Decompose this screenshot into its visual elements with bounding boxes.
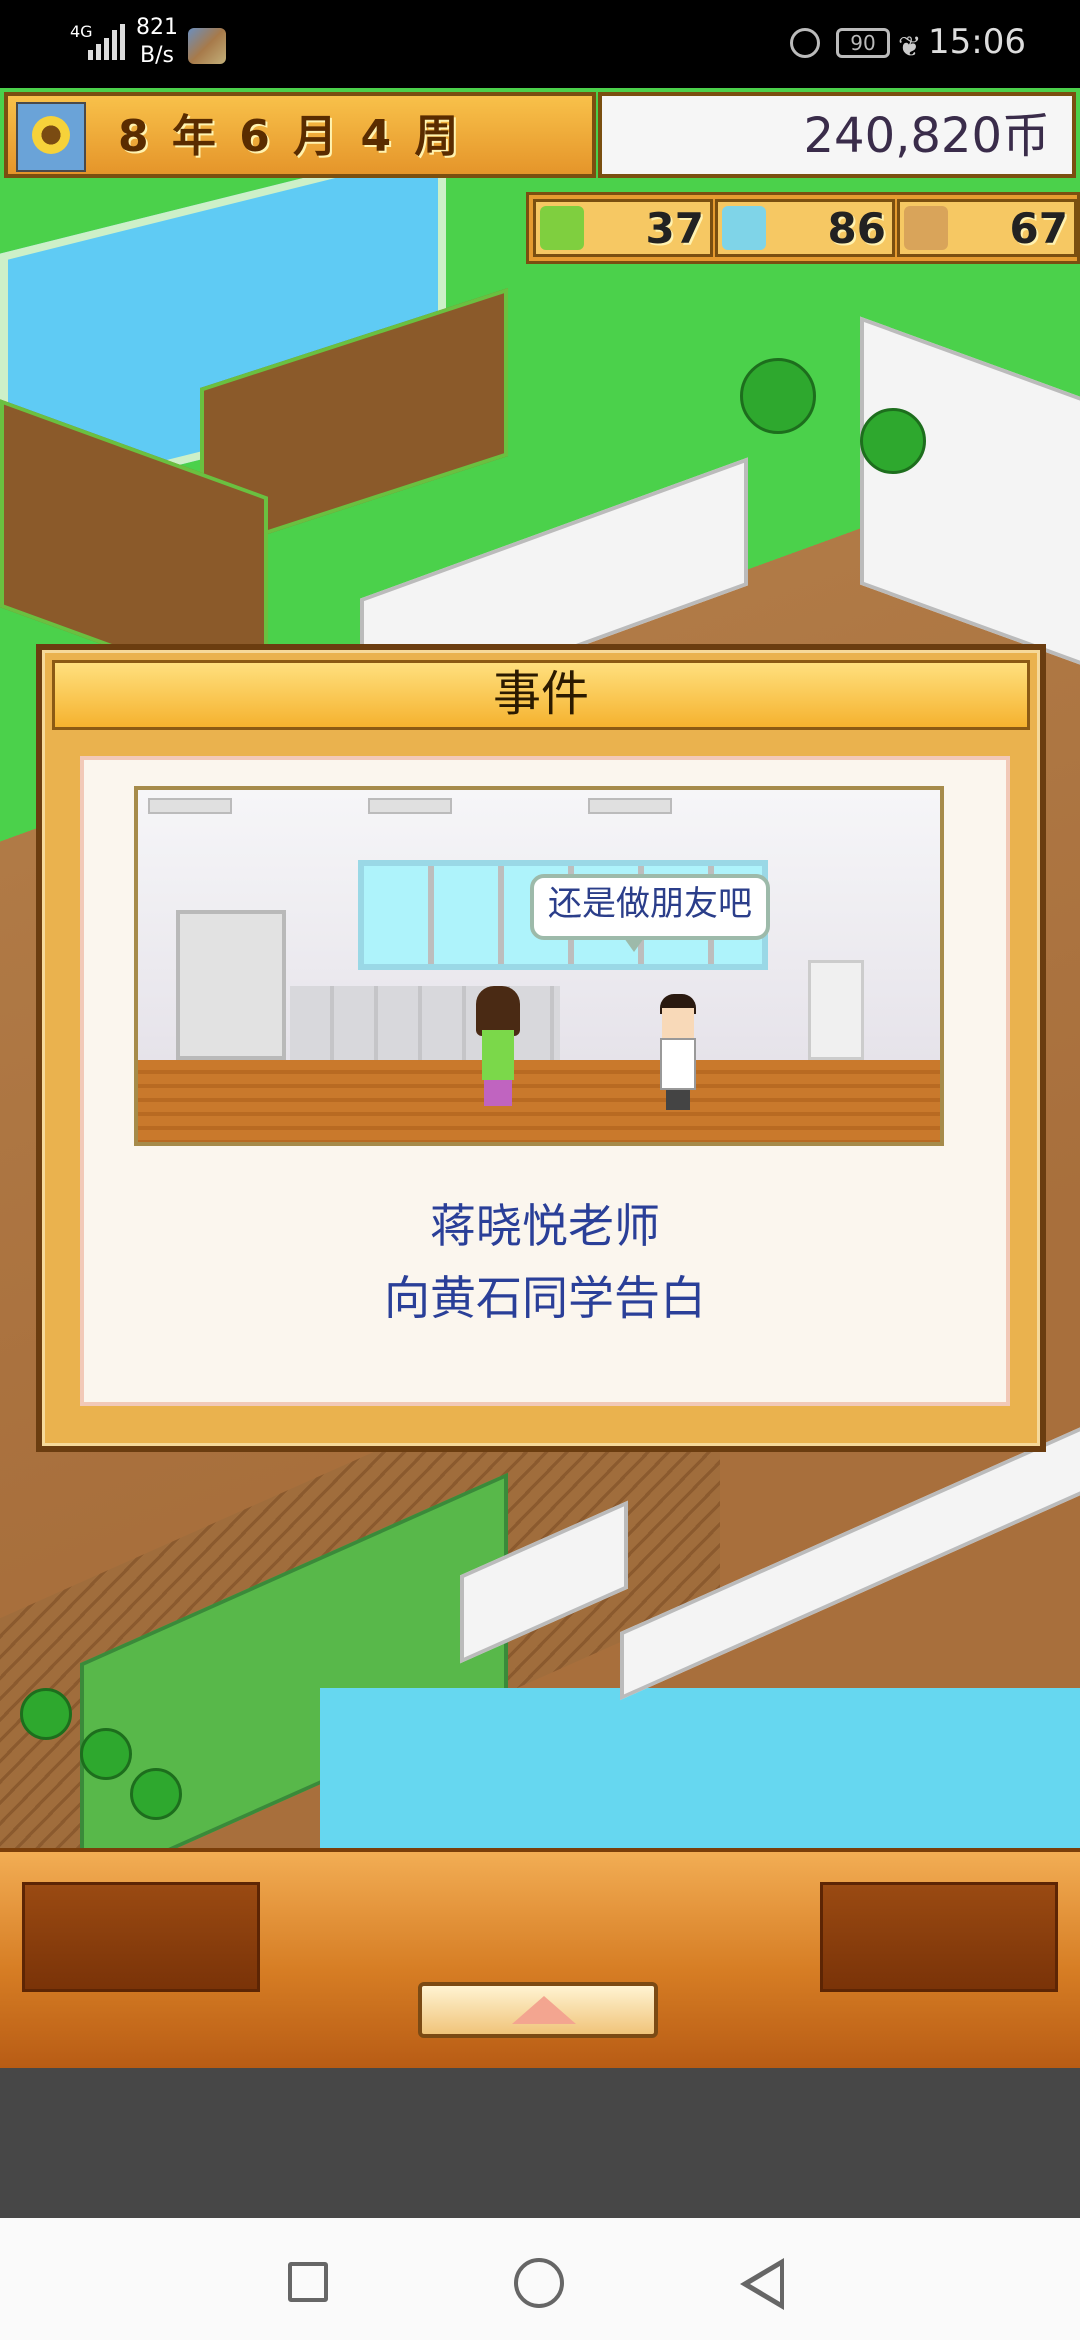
net-speed: 821 B/s bbox=[136, 14, 178, 70]
status-bar: 4G 821 B/s 90 ❦ 15:06 bbox=[0, 0, 1080, 88]
ceiling-light bbox=[148, 798, 232, 814]
leaf-icon: ❦ bbox=[898, 30, 922, 63]
dialog-title: 事件 bbox=[52, 660, 1030, 730]
stat-flask[interactable]: 86 bbox=[715, 199, 895, 257]
bottom-control-bar bbox=[0, 1848, 1080, 2068]
stats-panel[interactable]: 37 86 67 bbox=[526, 192, 1080, 264]
system-nav-bar bbox=[0, 2218, 1080, 2340]
stat-pencil[interactable]: 37 bbox=[533, 199, 713, 257]
student-character bbox=[656, 994, 700, 1114]
status-time: 15:06 bbox=[928, 22, 1026, 62]
tree bbox=[80, 1728, 132, 1780]
app-thumbnail-icon bbox=[188, 28, 226, 64]
tree bbox=[740, 358, 816, 434]
game-date: 8 年 6 月 4 周 bbox=[118, 111, 463, 162]
sunflower-icon bbox=[16, 102, 86, 172]
tree bbox=[130, 1768, 182, 1820]
signal-icon bbox=[88, 22, 126, 62]
tree bbox=[20, 1688, 72, 1740]
battery-icon: 90 bbox=[836, 28, 890, 58]
stat-value: 86 bbox=[827, 204, 886, 253]
event-message: 蒋晓悦老师 向黄石同学告白 bbox=[84, 1190, 1006, 1334]
date-panel: 8 年 6 月 4 周 bbox=[4, 92, 596, 178]
alarm-icon bbox=[790, 28, 820, 58]
sea bbox=[320, 1688, 1080, 1848]
event-dialog[interactable]: 事件 还是做朋友吧 蒋晓悦老师 向黄石同学告白 bbox=[36, 644, 1046, 1452]
stat-value: 67 bbox=[1009, 204, 1068, 253]
ceiling-light bbox=[588, 798, 672, 814]
tree bbox=[860, 408, 926, 474]
money-panel: 240,820币 bbox=[598, 92, 1076, 178]
stat-value: 37 bbox=[645, 204, 704, 253]
event-scene-image: 还是做朋友吧 bbox=[134, 786, 944, 1146]
dialog-body: 还是做朋友吧 蒋晓悦老师 向黄石同学告白 bbox=[80, 756, 1010, 1406]
money-amount: 240,820币 bbox=[803, 108, 1051, 164]
up-arrow-icon bbox=[512, 1996, 576, 2024]
event-message-line2: 向黄石同学告白 bbox=[384, 1271, 706, 1325]
bottom-dark-area bbox=[0, 2068, 1080, 2218]
flask-icon bbox=[722, 206, 766, 250]
pencil-icon bbox=[540, 206, 584, 250]
teacher-character bbox=[476, 986, 520, 1106]
statue-icon bbox=[904, 206, 948, 250]
net-speed-unit: B/s bbox=[140, 43, 174, 68]
scene-first-aid-cabinet bbox=[808, 960, 864, 1060]
right-slot[interactable] bbox=[820, 1882, 1058, 1992]
home-icon[interactable] bbox=[514, 2258, 564, 2308]
event-message-line1: 蒋晓悦老师 bbox=[430, 1199, 660, 1253]
left-slot[interactable] bbox=[22, 1882, 260, 1992]
scene-door bbox=[176, 910, 286, 1060]
expand-menu-button[interactable] bbox=[418, 1982, 658, 2038]
stadium-stands bbox=[860, 316, 1080, 668]
stat-statue[interactable]: 67 bbox=[897, 199, 1077, 257]
net-speed-value: 821 bbox=[136, 15, 178, 40]
speech-bubble: 还是做朋友吧 bbox=[530, 874, 770, 952]
recents-icon[interactable] bbox=[288, 2262, 328, 2302]
back-icon[interactable] bbox=[740, 2258, 784, 2310]
scene-floor bbox=[138, 1060, 940, 1142]
ceiling-light bbox=[368, 798, 452, 814]
